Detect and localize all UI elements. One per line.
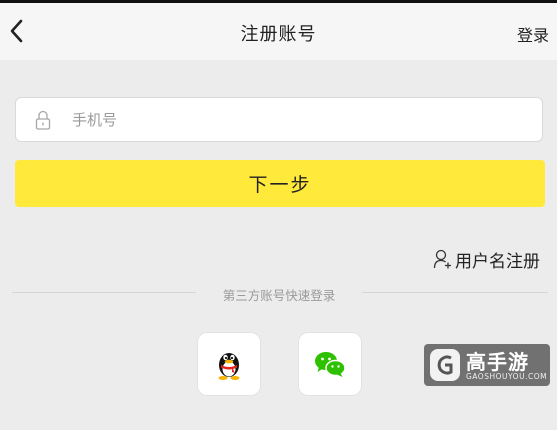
watermark: 高手游 GAOSHOUYOU.COM — [424, 344, 550, 386]
phone-field[interactable] — [15, 97, 543, 142]
gaoshouyou-logo-icon — [430, 349, 460, 381]
divider-right — [362, 292, 548, 293]
wechat-icon — [315, 352, 346, 377]
watermark-title: 高手游 — [466, 350, 529, 374]
wechat-login-button[interactable] — [298, 332, 362, 396]
qq-login-button[interactable] — [197, 332, 261, 396]
nav-bar: 注册账号 登录 — [0, 3, 557, 60]
page-title: 注册账号 — [240, 24, 317, 45]
lock-icon — [35, 110, 51, 130]
phone-input[interactable] — [72, 98, 512, 141]
divider-left — [12, 292, 196, 293]
next-step-button[interactable]: 下一步 — [15, 160, 545, 207]
login-link[interactable]: 登录 — [517, 22, 549, 46]
user-add-icon — [433, 249, 451, 269]
username-register-link[interactable]: 用户名注册 — [433, 246, 540, 272]
watermark-subtitle: GAOSHOUYOU.COM — [466, 372, 548, 381]
qq-icon — [218, 353, 240, 380]
third-party-title: 第三方账号快速登录 — [222, 288, 336, 303]
username-register-label: 用户名注册 — [455, 251, 540, 272]
